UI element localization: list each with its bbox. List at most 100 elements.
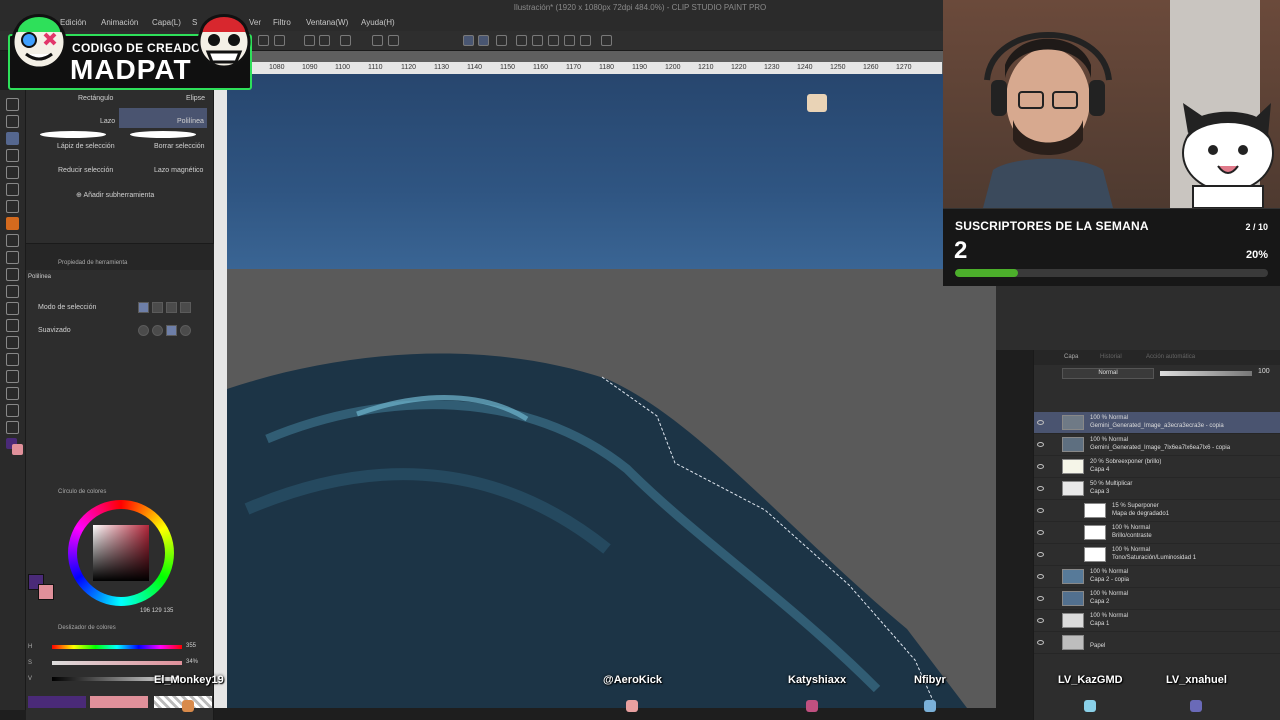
figure-icon[interactable] (6, 336, 19, 349)
sub-color-swatch[interactable] (12, 444, 23, 455)
layer-row[interactable]: 100 % Normal Capa 2 (1034, 588, 1280, 610)
ruler-mark: 1160 (533, 64, 549, 71)
sub-color[interactable] (38, 584, 54, 600)
menu-help[interactable]: Ayuda(H) (361, 18, 395, 27)
eye-icon[interactable] (1037, 640, 1044, 645)
subtool-lasso[interactable]: Lazo (100, 118, 115, 125)
eye-icon[interactable] (1037, 420, 1044, 425)
subtool-shrink-selection[interactable]: Reducir selección (58, 167, 113, 174)
eye-icon[interactable] (1037, 442, 1044, 447)
eye-icon[interactable] (1037, 486, 1044, 491)
layer-row[interactable]: 15 % Superponer Mapa de degradado1 (1034, 500, 1280, 522)
save-icon[interactable] (258, 35, 269, 46)
sub-color-chip[interactable] (90, 696, 148, 708)
fill-icon[interactable] (6, 302, 19, 315)
snap-ruler-icon[interactable] (478, 35, 489, 46)
tool-property-panel: Propiedad de herramienta Polilínea Modo … (26, 257, 214, 484)
eyedropper-icon[interactable] (6, 166, 19, 179)
tab-layer[interactable]: Capa (1064, 354, 1078, 360)
layer-blend-info: 100 % Normal (1090, 591, 1129, 597)
eraser-icon[interactable] (6, 268, 19, 281)
ruler-icon[interactable] (6, 370, 19, 383)
selection-mode-intersect[interactable] (180, 302, 191, 313)
expand-icon[interactable] (548, 35, 559, 46)
saturation-value-square[interactable] (93, 525, 149, 581)
smoothing-option-3[interactable] (166, 325, 177, 336)
eye-icon[interactable] (1037, 574, 1044, 579)
undo-icon[interactable] (304, 35, 315, 46)
layer-row[interactable]: 100 % Normal Tono/Saturación/Luminosidad … (1034, 544, 1280, 566)
subtool-magnetic-lasso[interactable]: Lazo magnético (154, 167, 203, 174)
subtool-rectangle[interactable]: Rectángulo (78, 95, 113, 102)
airbrush-icon[interactable] (6, 234, 19, 247)
selection-icon[interactable] (601, 35, 612, 46)
layer-row[interactable]: 100 % Normal Gemini_Generated_Image_a3ecr… (1034, 412, 1280, 434)
subtool-erase-selection[interactable]: Borrar selección (154, 143, 205, 150)
main-color-chip[interactable] (28, 696, 86, 708)
grid-icon[interactable] (532, 35, 543, 46)
selection-tool-icon[interactable] (6, 132, 19, 145)
loading-icon[interactable] (340, 35, 351, 46)
decoration-icon[interactable] (6, 251, 19, 264)
shrink-icon[interactable] (564, 35, 575, 46)
blend-mode-select[interactable]: Normal (1062, 368, 1154, 379)
eye-icon[interactable] (1037, 618, 1044, 623)
frame-icon[interactable] (6, 353, 19, 366)
clear-icon[interactable] (274, 35, 285, 46)
layer-row[interactable]: 100 % Normal Capa 2 - copia (1034, 566, 1280, 588)
blend-icon[interactable] (6, 285, 19, 298)
pen-icon[interactable] (496, 35, 507, 46)
auto-select-icon[interactable] (6, 149, 19, 162)
move-icon[interactable] (6, 115, 19, 128)
selection-mode-add[interactable] (152, 302, 163, 313)
add-subtool-button[interactable]: ⊕ Añadir subherramienta (76, 191, 154, 199)
text-icon[interactable] (6, 387, 19, 400)
subscriber-goal-card: SUSCRIPTORES DE LA SEMANA 2 / 10 2 20% (943, 208, 1280, 286)
tab-auto-action[interactable]: Acción automática (1146, 354, 1195, 360)
eye-icon[interactable] (1037, 464, 1044, 469)
balloon-icon[interactable] (6, 404, 19, 417)
chat-avatar-sprite (1190, 700, 1202, 712)
smoothing-option-2[interactable] (152, 325, 163, 336)
layer-name: Capa 2 (1090, 599, 1110, 605)
eye-icon[interactable] (1037, 530, 1044, 535)
zoom-icon[interactable] (6, 98, 19, 111)
layer-icon[interactable] (580, 35, 591, 46)
layer-row[interactable]: 50 % Multiplicar Capa 3 (1034, 478, 1280, 500)
canvas-area[interactable] (214, 51, 996, 708)
smoothing-option-1[interactable] (138, 325, 149, 336)
layer-row[interactable]: 100 % Normal Capa 1 (1034, 610, 1280, 632)
eye-icon[interactable] (1037, 552, 1044, 557)
layer-row[interactable]: Papel (1034, 632, 1280, 654)
crop-icon[interactable] (388, 35, 399, 46)
transform-icon[interactable] (372, 35, 383, 46)
selection-mode-subtract[interactable] (166, 302, 177, 313)
hue-slider[interactable] (52, 645, 182, 649)
snap-icon[interactable] (463, 35, 474, 46)
ruler-mark: 1210 (698, 64, 714, 71)
saturation-slider[interactable] (52, 661, 182, 665)
subtool-selection-pen[interactable]: Lápiz de selección (57, 143, 115, 150)
subtool-polyline[interactable]: Polilínea (177, 118, 204, 125)
pen-tool-icon[interactable] (6, 183, 19, 196)
ruler-mark: 1130 (434, 64, 450, 71)
layer-thumbnail (1084, 547, 1106, 562)
selection-mode-new[interactable] (138, 302, 149, 313)
eye-icon[interactable] (1037, 508, 1044, 513)
layer-row[interactable]: 20 % Sobreexponer (brillo) Capa 4 (1034, 456, 1280, 478)
menu-window[interactable]: Ventana(W) (306, 18, 348, 27)
redo-icon[interactable] (319, 35, 330, 46)
eye-icon[interactable] (1037, 596, 1044, 601)
brush-icon[interactable] (6, 217, 19, 230)
gradient-icon[interactable] (6, 319, 19, 332)
subtool-ellipse[interactable]: Elipse (186, 95, 205, 102)
tab-history[interactable]: Historial (1100, 354, 1122, 360)
correct-line-icon[interactable] (6, 421, 19, 434)
menu-filter[interactable]: Filtro (273, 18, 291, 27)
layer-row[interactable]: 100 % Normal Gemini_Generated_Image_7lx6e… (1034, 434, 1280, 456)
help-icon[interactable] (516, 35, 527, 46)
layer-row[interactable]: 100 % Normal Brillo/contraste (1034, 522, 1280, 544)
layer-opacity-slider[interactable] (1160, 371, 1252, 376)
smoothing-option-4[interactable] (180, 325, 191, 336)
pencil-icon[interactable] (6, 200, 19, 213)
